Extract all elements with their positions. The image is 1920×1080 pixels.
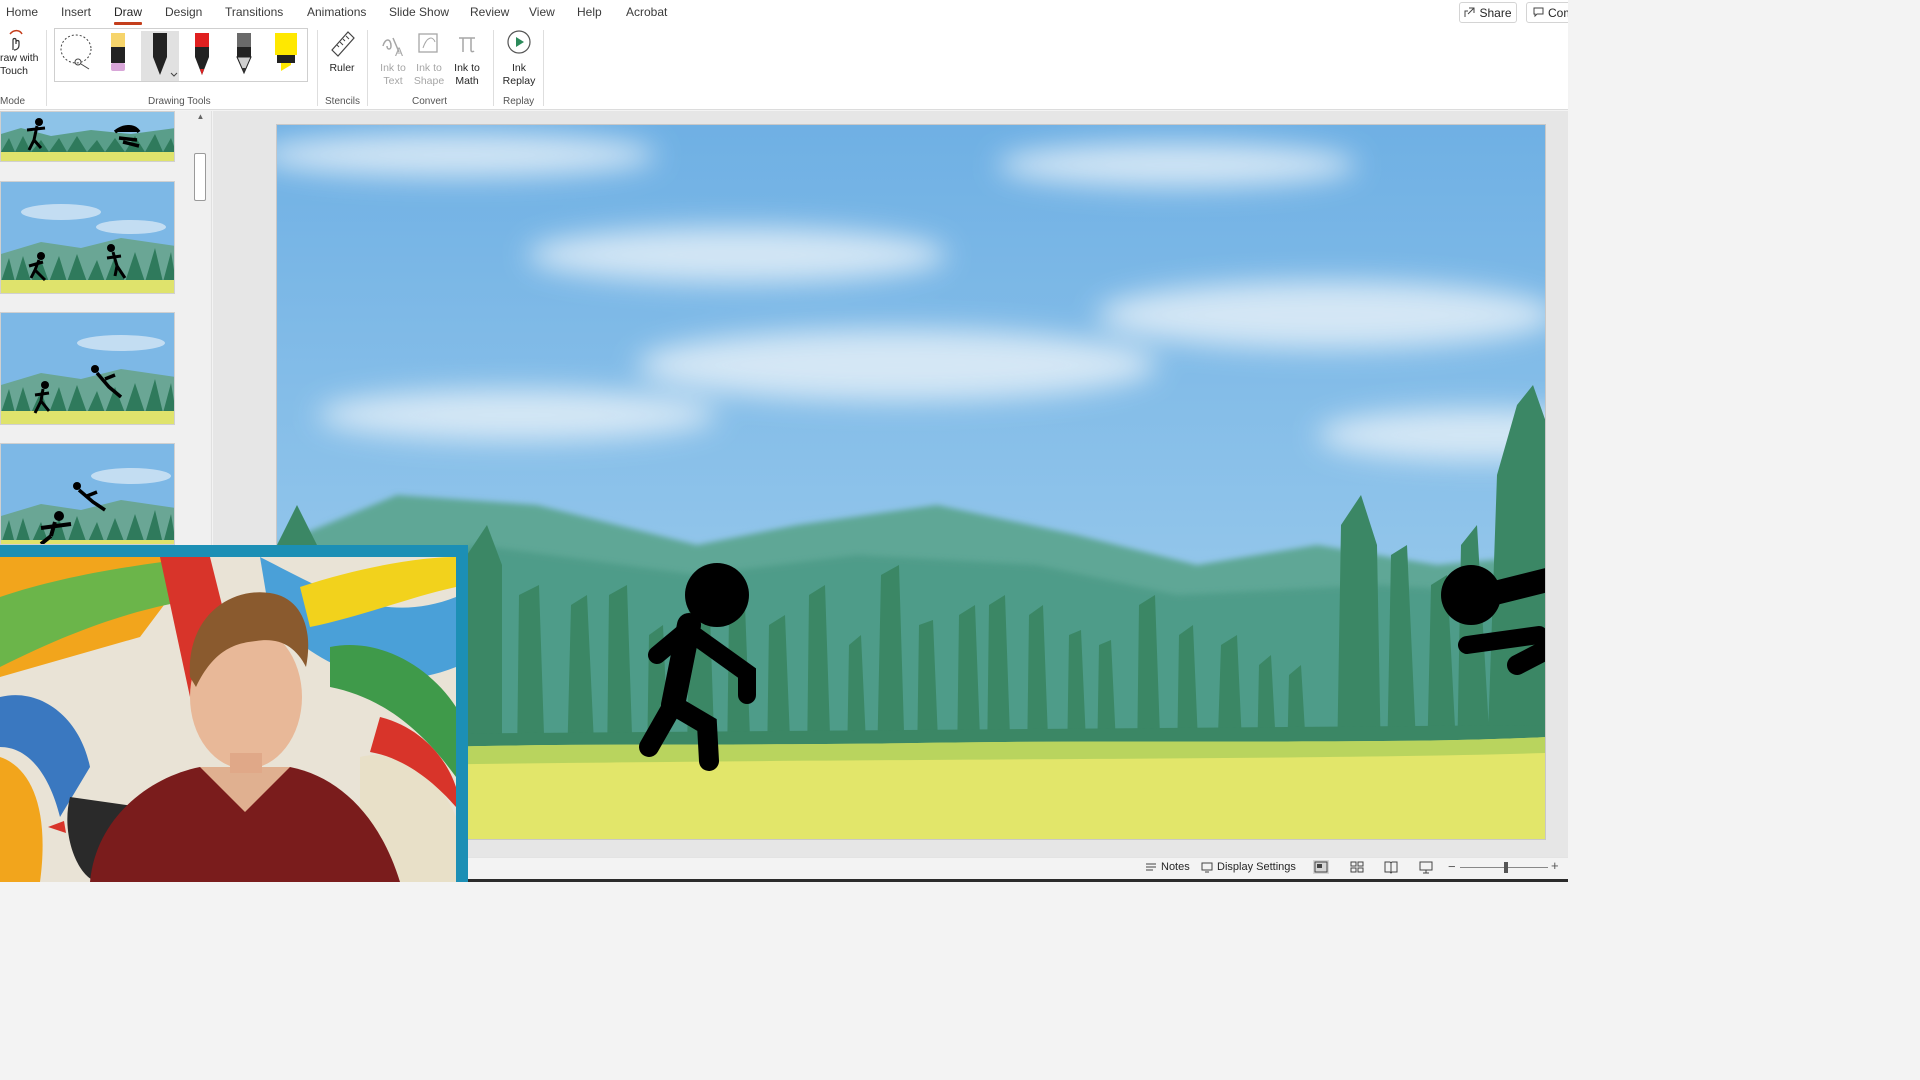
pen-black[interactable] xyxy=(141,31,179,81)
draw-with-touch-label: raw with Touch xyxy=(0,52,39,77)
ink-replay-label: Ink Replay xyxy=(502,62,536,87)
presenter-video-frame xyxy=(0,557,456,882)
reading-view-icon xyxy=(1384,861,1398,874)
ribbon-separator xyxy=(367,30,368,106)
lasso-select-tool[interactable] xyxy=(57,31,95,81)
taskbar-edge xyxy=(468,879,1568,882)
tab-draw[interactable]: Draw xyxy=(114,5,143,25)
slide-thumbnail[interactable] xyxy=(0,181,175,294)
slide-thumbnail[interactable] xyxy=(0,111,175,162)
tab-slide-show[interactable]: Slide Show xyxy=(389,5,449,19)
ink-to-text-label: Ink to Text xyxy=(380,62,406,87)
slide-sorter-icon xyxy=(1350,861,1364,873)
slide-sorter-button[interactable] xyxy=(1349,860,1365,874)
touch-draw-icon xyxy=(9,29,23,51)
slide-thumbnail-image xyxy=(1,444,174,544)
ribbon: raw with Touch Mode Drawing Tools Ruler … xyxy=(0,26,1568,110)
ribbon-separator xyxy=(493,30,494,106)
slide-thumbnail[interactable] xyxy=(0,443,175,545)
zoom-out-icon[interactable]: − xyxy=(1448,859,1456,874)
tab-help[interactable]: Help xyxy=(577,5,602,19)
slide-thumbnail[interactable] xyxy=(0,312,175,425)
highlighter-yellow[interactable] xyxy=(267,31,305,81)
powerpoint-window: Home Insert Draw Design Transitions Anim… xyxy=(0,0,1568,882)
drawing-tools-group-label: Drawing Tools xyxy=(148,96,211,107)
notes-icon xyxy=(1146,863,1156,871)
slide-thumbnail-image xyxy=(1,313,174,424)
scrollbar-thumb[interactable] xyxy=(194,153,206,201)
replay-group-label: Replay xyxy=(503,96,535,107)
ink-replay-button[interactable]: Ink Replay xyxy=(499,28,539,88)
ink-to-shape-button[interactable]: Ink to Shape xyxy=(411,28,447,88)
tab-home[interactable]: Home xyxy=(6,5,38,19)
tab-design[interactable]: Design xyxy=(165,5,202,19)
ink-to-math-label: Ink to Math xyxy=(454,62,480,87)
pen-gallery xyxy=(54,28,308,82)
tab-insert[interactable]: Insert xyxy=(61,5,91,19)
eraser-tool[interactable] xyxy=(99,31,137,81)
draw-with-touch-button[interactable]: raw with Touch xyxy=(0,28,40,78)
ribbon-separator xyxy=(46,30,47,106)
tab-animations[interactable]: Animations xyxy=(307,5,366,19)
ink-to-math-icon xyxy=(459,37,475,53)
display-settings-icon xyxy=(1201,862,1213,873)
ruler-icon xyxy=(331,31,355,57)
convert-group-label: Convert xyxy=(412,96,448,107)
tab-transitions[interactable]: Transitions xyxy=(225,5,283,19)
ribbon-tab-bar: Home Insert Draw Design Transitions Anim… xyxy=(0,0,1568,26)
comment-icon xyxy=(1533,7,1544,18)
pencil-icon xyxy=(236,33,252,75)
ink-to-math-button[interactable]: Ink to Math xyxy=(447,28,487,88)
ribbon-separator xyxy=(543,30,544,106)
notes-button[interactable]: Notes xyxy=(1145,861,1190,873)
notes-label: Notes xyxy=(1161,861,1190,873)
slide-show-icon xyxy=(1419,861,1433,874)
comments-button[interactable]: Com xyxy=(1526,2,1568,23)
ruler-label: Ruler xyxy=(329,62,355,74)
normal-view-button[interactable] xyxy=(1313,860,1329,874)
ink-replay-icon xyxy=(507,30,531,54)
slide-thumbnail-image xyxy=(1,112,174,161)
eraser-icon xyxy=(111,33,125,71)
lasso-icon xyxy=(60,34,92,70)
ink-to-text-icon: A xyxy=(382,37,403,58)
ink-to-shape-icon xyxy=(418,33,438,53)
display-settings-button[interactable]: Display Settings xyxy=(1201,861,1296,873)
ruler-button[interactable]: Ruler xyxy=(322,28,362,75)
pen-red[interactable] xyxy=(183,31,221,81)
pen-red-icon xyxy=(195,33,209,75)
ink-to-text-button[interactable]: A Ink to Text xyxy=(375,28,411,88)
mode-group-label: Mode xyxy=(0,96,26,107)
webcam-video xyxy=(0,557,456,882)
ribbon-separator xyxy=(317,30,318,106)
share-label: Share xyxy=(1479,5,1512,20)
comments-label: Com xyxy=(1548,5,1568,20)
pencil-gray[interactable] xyxy=(225,31,263,81)
webcam-overlay xyxy=(0,545,468,882)
svg-text:A: A xyxy=(395,45,403,58)
thumbnail-scrollbar[interactable]: ▲ xyxy=(193,111,208,551)
status-bar xyxy=(468,857,1568,879)
stencils-group-label: Stencils xyxy=(325,96,361,107)
pen-black-icon xyxy=(153,33,178,77)
normal-view-icon xyxy=(1314,861,1328,873)
zoom-slider-thumb[interactable] xyxy=(1504,862,1508,873)
slide-show-view-button[interactable] xyxy=(1418,860,1434,874)
tab-review[interactable]: Review xyxy=(470,5,509,19)
share-button[interactable]: Share xyxy=(1459,2,1517,23)
highlighter-icon xyxy=(275,33,297,71)
share-icon xyxy=(1464,7,1475,17)
ink-to-shape-label: Ink to Shape xyxy=(413,62,445,87)
scroll-up-arrow-icon[interactable]: ▲ xyxy=(195,111,206,123)
tab-acrobat[interactable]: Acrobat xyxy=(626,5,667,19)
reading-view-button[interactable] xyxy=(1383,860,1399,874)
display-settings-label: Display Settings xyxy=(1217,861,1296,873)
tab-view[interactable]: View xyxy=(529,5,555,19)
zoom-in-icon[interactable]: + xyxy=(1551,858,1559,873)
slide-thumbnail-image xyxy=(1,182,174,293)
